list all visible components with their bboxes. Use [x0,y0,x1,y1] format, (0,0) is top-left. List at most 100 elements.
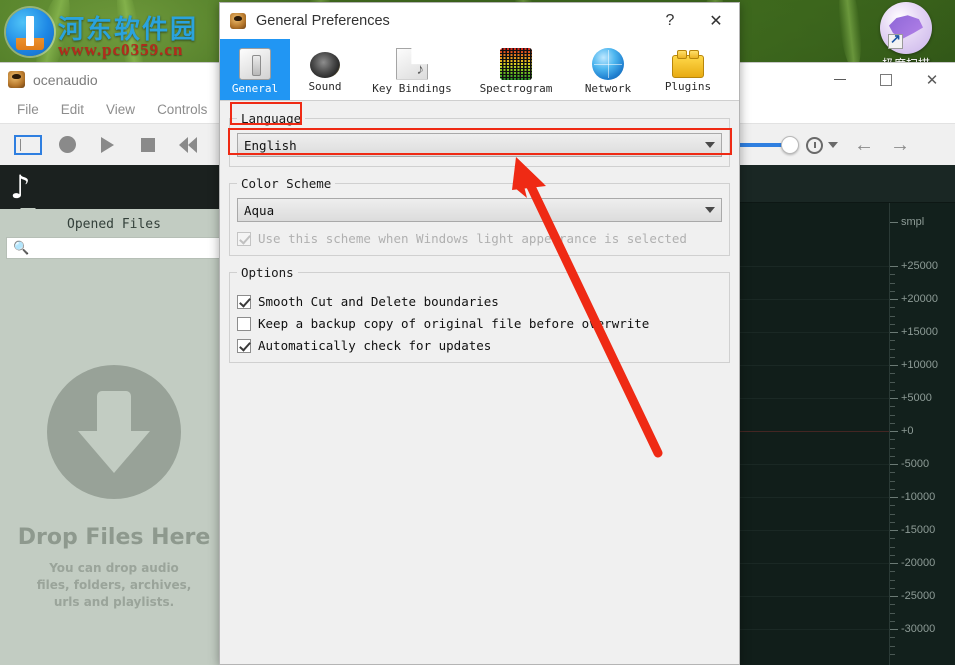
volume-slider-knob[interactable] [781,136,799,154]
history-button[interactable] [806,136,838,154]
close-button[interactable]: ✕ [909,63,955,96]
ruler-tick-label: +25000 [901,260,939,272]
nav-back-button[interactable]: ← [854,135,874,155]
ruler-tick-label: -20000 [901,557,936,569]
drop-files-zone[interactable]: Drop Files Here You can drop audio files… [0,365,228,611]
preferences-title: General Preferences [256,13,390,29]
language-selected-value: English [244,137,297,153]
ruler-minor-tick [890,488,895,490]
ruler-minor-tick [890,447,895,449]
option-row-keep-backup[interactable]: Keep a backup copy of original file befo… [237,316,722,331]
option-row-auto-update[interactable]: Automatically check for updates [237,338,722,353]
tab-network-label: Network [584,81,632,95]
ruler-minor-tick [890,505,895,507]
plugin-icon [672,49,704,78]
ruler-minor-tick [890,513,895,515]
color-scheme-combobox[interactable]: Aqua [237,198,722,222]
history-clock-icon [806,136,823,154]
ruler-tick [890,431,898,432]
ruler-tick-label: -15000 [901,524,936,536]
tab-spectrogram[interactable]: Spectrogram [464,39,568,100]
tab-general[interactable]: General [220,39,290,100]
record-button[interactable] [51,132,84,158]
keep-backup-checkbox[interactable] [237,316,251,331]
menu-view[interactable]: View [95,99,146,120]
ruler-minor-tick [890,521,895,523]
smooth-cut-label: Smooth Cut and Delete boundaries [258,294,499,309]
preferences-close-button[interactable]: ✕ [693,3,739,39]
ruler-minor-tick [890,612,895,614]
play-icon [101,136,114,153]
record-icon [59,136,76,153]
drop-files-title: Drop Files Here [17,525,211,550]
ruler-tick [890,398,898,399]
tab-sound[interactable]: Sound [290,39,360,100]
tab-key-bindings[interactable]: Key Bindings [360,39,464,100]
ocenaudio-window-controls: ✕ [817,63,955,96]
color-scheme-group: Color Scheme Aqua Use this scheme when W… [229,176,730,256]
ruler-minor-tick [890,554,895,556]
ruler-minor-tick [890,389,895,391]
music-note-icon[interactable]: ♪ [10,169,30,205]
opened-files-search[interactable]: 🔍 [6,237,222,259]
nav-forward-button[interactable]: → [890,135,910,155]
ruler-minor-tick [890,422,895,424]
options-group: Options Smooth Cut and Delete boundaries… [229,265,730,363]
use-scheme-row[interactable]: Use this scheme when Windows light appea… [237,231,722,246]
tab-spectrogram-label: Spectrogram [479,81,553,95]
chevron-down-icon [705,207,715,213]
sidebar-tabstrip: ♪ [0,165,228,216]
tab-key-bindings-label: Key Bindings [372,81,452,95]
ocenaudio-window-title: ocenaudio [33,71,98,88]
ruler-minor-tick [890,571,895,573]
ruler-minor-tick [890,579,895,581]
search-input[interactable] [34,241,215,255]
play-button[interactable] [91,132,124,158]
menu-file[interactable]: File [6,99,50,120]
smooth-cut-checkbox[interactable] [237,294,251,309]
auto-update-checkbox[interactable] [237,338,251,353]
menu-controls[interactable]: Controls [146,99,218,120]
rewind-icon [178,136,197,153]
use-scheme-checkbox [237,231,251,246]
general-switch-icon [239,47,271,80]
tab-general-label: General [231,81,279,95]
ruler-tick [890,464,898,465]
help-button[interactable]: ? [647,3,693,39]
ruler-minor-tick [890,348,895,350]
rewind-button[interactable] [171,132,204,158]
ruler-tick [890,563,898,564]
ruler-minor-tick [890,282,895,284]
option-row-smooth-cut[interactable]: Smooth Cut and Delete boundaries [237,294,722,309]
preferences-titlebar: General Preferences ? ✕ [220,3,739,39]
ruler-tick-label: -10000 [901,491,936,503]
menu-edit[interactable]: Edit [50,99,95,120]
ruler-tick [890,497,898,498]
language-combobox[interactable]: English [237,133,722,157]
ruler-minor-tick [890,414,895,416]
language-group: Language English [229,111,730,167]
ruler-minor-tick [890,620,895,622]
amplitude-ruler: smpl +25000 +20000 +15000 +10000 +5000 +0 -500… [889,203,955,665]
ruler-tick [890,596,898,597]
maximize-button[interactable] [863,63,909,96]
stop-icon [140,137,155,152]
ruler-minor-tick [890,381,895,383]
ruler-tick [890,266,898,267]
tab-plugins[interactable]: Plugins [648,39,728,100]
ruler-minor-tick [890,637,895,639]
ruler-tick-label: +5000 [901,392,932,404]
stop-button[interactable] [131,132,164,158]
ruler-minor-tick [890,455,895,457]
speaker-icon [310,52,340,78]
drop-files-subtitle: You can drop audio files, folders, archi… [36,561,192,609]
maximize-icon [880,73,892,86]
ruler-minor-tick [890,604,895,606]
ruler-minor-tick [890,587,895,589]
selection-tool-button[interactable] [11,132,44,158]
tab-network[interactable]: Network [568,39,648,100]
ruler-minor-tick [890,480,895,482]
ruler-tick-label: +15000 [901,326,939,338]
minimize-button[interactable] [817,63,863,96]
site-watermark: 河东软件园 www.pc0359.cn [0,0,232,62]
